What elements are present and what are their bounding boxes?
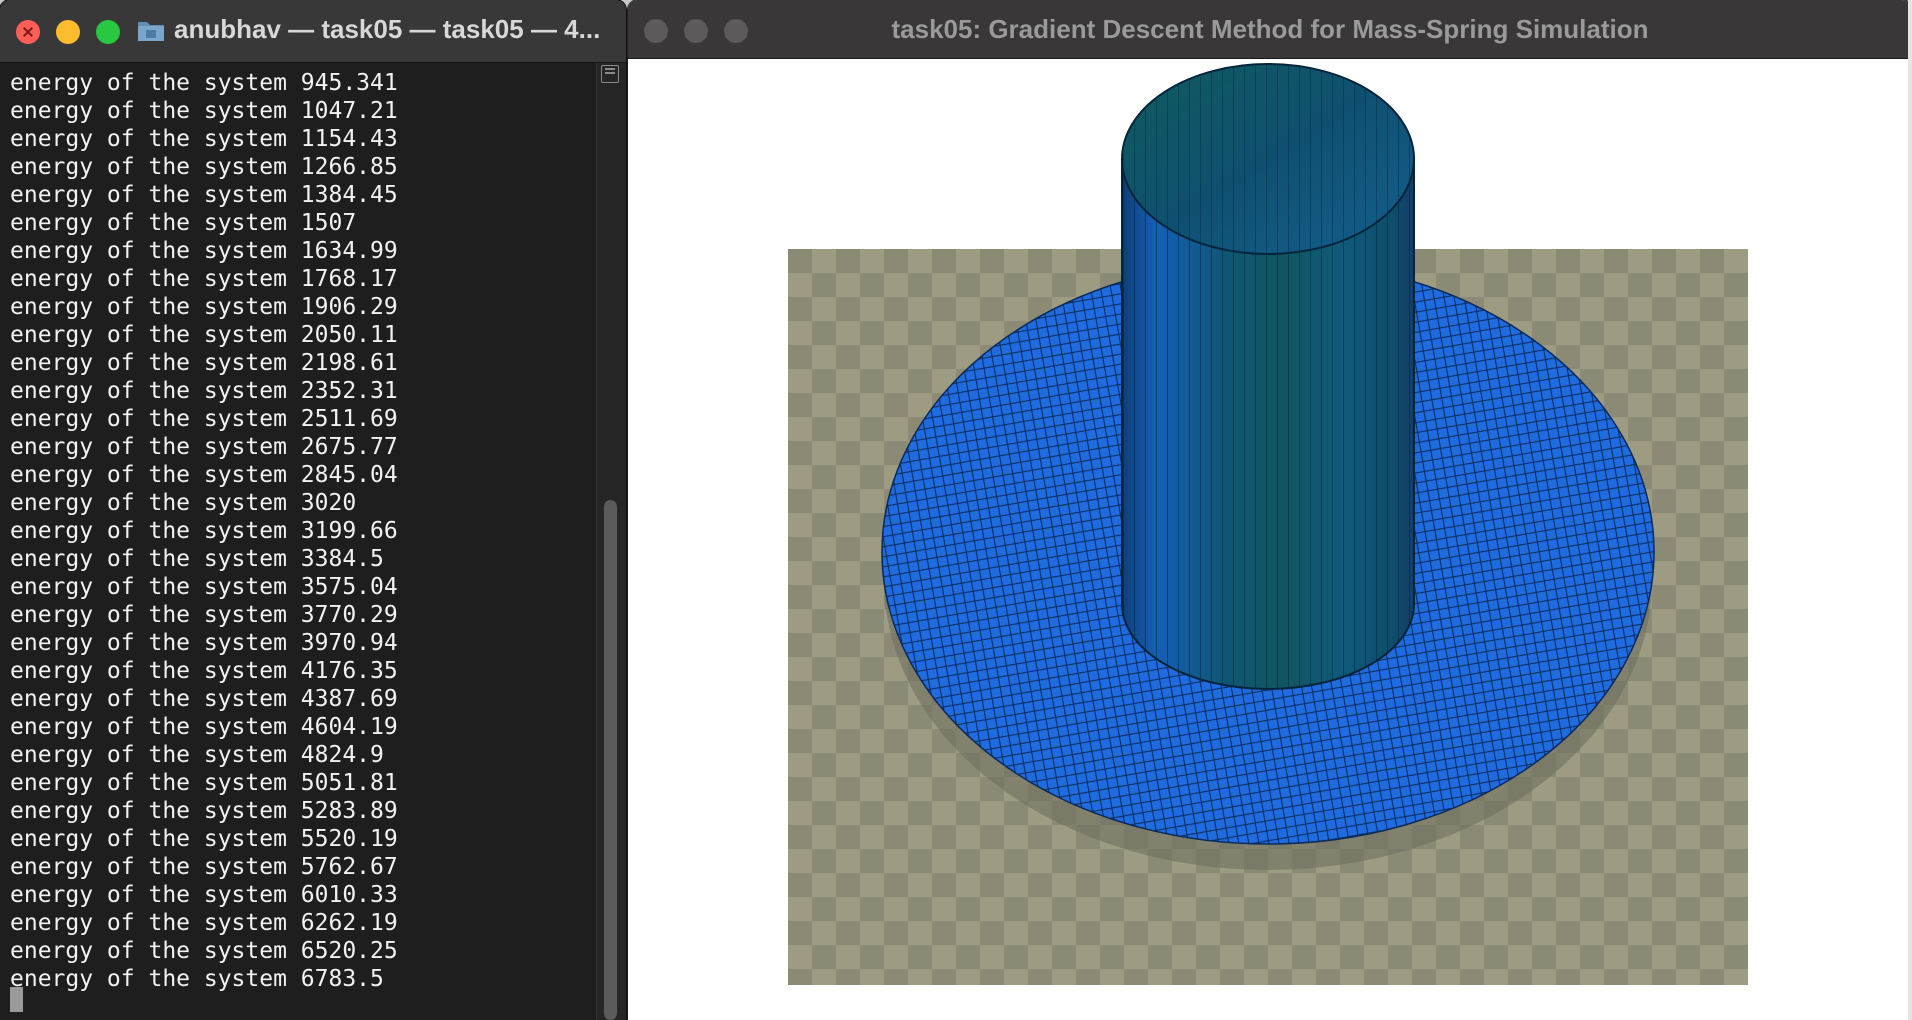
terminal-line: energy of the system 5520.19 (10, 826, 398, 852)
terminal-line: energy of the system 1047.21 (10, 98, 398, 124)
simulation-viewport[interactable] (628, 59, 1912, 1020)
scroll-split-icon[interactable] (601, 65, 619, 83)
terminal-line: energy of the system 1768.17 (10, 266, 398, 292)
terminal-line: energy of the system 6262.19 (10, 910, 398, 936)
terminal-line: energy of the system 2352.31 (10, 378, 398, 404)
terminal-line: energy of the system 4824.9 (10, 742, 384, 768)
terminal-line: energy of the system 1384.45 (10, 182, 398, 208)
terminal-line: energy of the system 2511.69 (10, 406, 398, 432)
terminal-line: energy of the system 3575.04 (10, 574, 398, 600)
simulation-titlebar[interactable]: task05: Gradient Descent Method for Mass… (628, 0, 1912, 59)
terminal-line: energy of the system 6520.25 (10, 938, 398, 964)
terminal-line: energy of the system 6783.5 (10, 966, 384, 992)
terminal-line: energy of the system 2050.11 (10, 322, 398, 348)
scrollbar-thumb[interactable] (604, 500, 617, 1020)
terminal-line: energy of the system 2845.04 (10, 462, 398, 488)
simulation-window: task05: Gradient Descent Method for Mass… (628, 0, 1912, 1020)
terminal-line: energy of the system 4176.35 (10, 658, 398, 684)
terminal-line: energy of the system 1154.43 (10, 126, 398, 152)
terminal-line: energy of the system 3020 (10, 490, 357, 516)
terminal-output[interactable]: energy of the system 945.341 energy of th… (0, 63, 596, 1020)
terminal-window: anubhav — task05 — task05 — 4... energy … (0, 0, 626, 1020)
terminal-line: energy of the system 4387.69 (10, 686, 398, 712)
terminal-line: energy of the system 5762.67 (10, 854, 398, 880)
terminal-title: anubhav — task05 — task05 — 4... (174, 14, 601, 44)
simulation-title: task05: Gradient Descent Method for Mass… (891, 14, 1649, 44)
maximize-icon[interactable] (96, 20, 120, 44)
terminal-line: energy of the system 1906.29 (10, 294, 398, 320)
terminal-line: energy of the system 5051.81 (10, 770, 398, 796)
terminal-line: energy of the system 1634.99 (10, 238, 398, 264)
terminal-line: energy of the system 3384.5 (10, 546, 384, 572)
terminal-line: energy of the system 5283.89 (10, 798, 398, 824)
window-edge (1908, 0, 1912, 1020)
terminal-line: energy of the system 2675.77 (10, 434, 398, 460)
terminal-line: energy of the system 3770.29 (10, 602, 398, 628)
terminal-line: energy of the system 1507 (10, 210, 357, 236)
terminal-titlebar[interactable]: anubhav — task05 — task05 — 4... (0, 0, 626, 63)
terminal-cursor (10, 987, 23, 1012)
terminal-line: energy of the system 2198.61 (10, 350, 398, 376)
simulation-canvas[interactable] (628, 59, 1912, 1020)
terminal-line: energy of the system 945.341 (10, 70, 398, 96)
close-icon[interactable] (16, 20, 40, 44)
minimize-icon[interactable] (56, 20, 80, 44)
terminal-line: energy of the system 1266.85 (10, 154, 398, 180)
terminal-line: energy of the system 4604.19 (10, 714, 398, 740)
terminal-line: energy of the system 6010.33 (10, 882, 398, 908)
terminal-line: energy of the system 3970.94 (10, 630, 398, 656)
folder-icon (138, 22, 164, 41)
terminal-line: energy of the system 3199.66 (10, 518, 398, 544)
